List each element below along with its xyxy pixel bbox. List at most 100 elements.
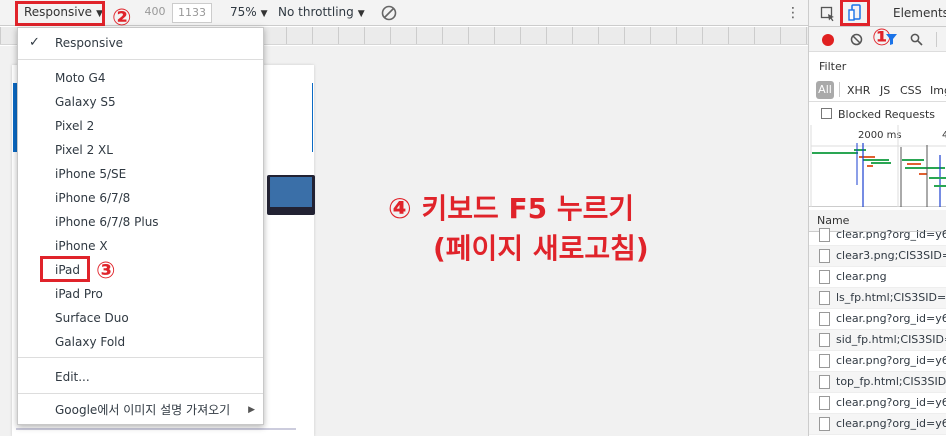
request-name: clear.png?org_id=y6j (836, 396, 946, 409)
network-controls: ① (809, 27, 946, 52)
tab-elements[interactable]: Elements (893, 6, 946, 20)
step-4-line-1: ④ 키보드 F5 누르기 (388, 192, 635, 225)
menu-item-label: Google에서 이미지 설명 가져오기 (55, 403, 231, 417)
menu-item-iphone-6-7-8-plus[interactable]: iPhone 6/7/8 Plus (18, 211, 263, 233)
request-name: clear.png?org_id=y6j (836, 417, 946, 430)
menu-item-label: iPhone 5/SE (55, 167, 127, 181)
filter-divider (839, 82, 840, 97)
caret-down-icon: ▼ (260, 9, 268, 19)
file-icon (819, 417, 830, 431)
request-name: clear.png?org_id=y6j (836, 354, 946, 367)
submenu-arrow-icon: ▶ (248, 405, 255, 415)
width-field[interactable]: 400 (135, 3, 175, 23)
menu-item-ipad-pro[interactable]: iPad Pro (18, 283, 263, 305)
menu-item-label: Galaxy Fold (55, 335, 126, 349)
filter-input[interactable]: Filter (819, 60, 846, 73)
menu-item-label: iPhone 6/7/8 (55, 191, 131, 205)
checkmark-icon: ✓ (29, 35, 40, 50)
file-icon (819, 270, 830, 284)
highlight-box-device-toggle (840, 0, 870, 26)
menu-item-galaxy-s5[interactable]: Galaxy S5 (18, 91, 263, 113)
menu-item-label: Pixel 2 (55, 119, 95, 133)
request-row[interactable]: clear.png?org_id=y6j (809, 225, 946, 246)
rotate-icon[interactable] (379, 3, 399, 23)
request-row[interactable]: top_fp.html;CIS3SID= (809, 372, 946, 393)
type-filter-all[interactable]: All (816, 81, 834, 99)
overview-timeline-graphic (810, 125, 946, 207)
menu-item-iphone-5-se[interactable]: iPhone 5/SE (18, 163, 263, 185)
request-name: clear3.png;CIS3SID=4 (836, 249, 946, 262)
menu-item-label: Pixel 2 XL (55, 143, 113, 157)
menu-item-iphone-6-7-8[interactable]: iPhone 6/7/8 (18, 187, 263, 209)
toolbar-divider (936, 32, 937, 47)
type-filter-css[interactable]: CSS (900, 84, 922, 97)
height-field[interactable]: 1133 (172, 3, 212, 23)
menu-item-pixel-2-xl[interactable]: Pixel 2 XL (18, 139, 263, 161)
menu-item-google-image-descriptions[interactable]: Google에서 이미지 설명 가져오기 ▶ (18, 399, 263, 421)
throttling-select[interactable]: No throttling ▼ (278, 5, 365, 19)
blocked-requests-checkbox[interactable] (821, 108, 832, 119)
clear-icon[interactable] (850, 33, 863, 46)
device-dropdown-menu: ✓ Responsive Moto G4 Galaxy S5 Pixel 2 Pixe… (17, 27, 264, 425)
menu-item-label: Galaxy S5 (55, 95, 116, 109)
request-name: ls_fp.html;CIS3SID=3 (836, 291, 946, 304)
menu-item-iphone-x[interactable]: iPhone X (18, 235, 263, 257)
menu-item-surface-duo[interactable]: Surface Duo (18, 307, 263, 329)
menu-item-label: iPhone X (55, 239, 108, 253)
search-icon[interactable] (910, 33, 923, 46)
step-4-instruction: ④ 키보드 F5 누르기 (페이지 새로고침) (388, 189, 649, 269)
record-icon[interactable] (822, 34, 834, 46)
type-filter-xhr[interactable]: XHR (847, 84, 870, 97)
request-name: clear.png?org_id=y6j (836, 228, 946, 241)
devtools-tab-bar: Elements (809, 0, 946, 27)
type-filter-img[interactable]: Img (930, 84, 946, 97)
request-name: top_fp.html;CIS3SID= (836, 375, 946, 388)
request-row[interactable]: ls_fp.html;CIS3SID=3 (809, 288, 946, 309)
caret-down-icon: ▼ (357, 9, 365, 19)
file-icon (819, 375, 830, 389)
menu-separator (18, 393, 263, 394)
menu-item-label: Surface Duo (55, 311, 129, 325)
request-row[interactable]: sid_fp.html;CIS3SID= (809, 330, 946, 351)
menu-item-responsive[interactable]: ✓ Responsive (18, 32, 263, 54)
request-row[interactable]: clear.png?org_id=y6j (809, 309, 946, 330)
request-row[interactable]: clear.png?org_id=y6j (809, 414, 946, 435)
highlight-box-ipad (40, 256, 90, 282)
step-4-line-2: (페이지 새로고침) (433, 232, 649, 265)
highlight-box-device-select (15, 1, 105, 26)
request-name: sid_fp.html;CIS3SID= (836, 333, 946, 346)
request-row[interactable]: clear.png (809, 267, 946, 288)
file-icon (819, 396, 830, 410)
throttling-label: No throttling (278, 5, 354, 19)
laptop-screen-image (270, 177, 312, 207)
request-name: clear.png (836, 270, 887, 283)
inspect-element-icon[interactable] (820, 6, 836, 22)
menu-item-galaxy-fold[interactable]: Galaxy Fold (18, 331, 263, 353)
network-overview: 2000 ms 4 (809, 125, 946, 207)
request-row[interactable]: clear.png?org_id=y6j (809, 393, 946, 414)
file-icon (819, 249, 830, 263)
menu-separator (18, 59, 263, 60)
menu-item-pixel-2[interactable]: Pixel 2 (18, 115, 263, 137)
zoom-label: 75% (230, 5, 257, 19)
more-options-icon[interactable]: ⋮ (786, 4, 800, 22)
request-name: clear.png?org_id=y6j (836, 312, 946, 325)
blocked-requests-label: Blocked Requests (838, 108, 936, 121)
file-icon (819, 312, 830, 326)
file-icon (819, 354, 830, 368)
type-filter-js[interactable]: JS (880, 84, 890, 97)
device-toolbar: Responsive ▼ ② 400 1133 75% ▼ No throttlin… (0, 0, 808, 30)
menu-item-label: iPhone 6/7/8 Plus (55, 215, 159, 229)
zoom-select[interactable]: 75% ▼ (230, 5, 268, 19)
request-row[interactable]: clear.png?org_id=y6j (809, 351, 946, 372)
step-3-marker: ③ (96, 258, 116, 284)
menu-item-label: iPad Pro (55, 287, 103, 301)
menu-item-moto-g4[interactable]: Moto G4 (18, 67, 263, 89)
menu-separator (18, 357, 263, 358)
request-row[interactable]: clear3.png;CIS3SID=4 (809, 246, 946, 267)
file-icon (819, 333, 830, 347)
menu-item-edit[interactable]: Edit... (18, 366, 263, 388)
resource-type-filters: All XHR JS CSS Img (809, 78, 946, 102)
menu-item-label: Moto G4 (55, 71, 106, 85)
filter-icon[interactable] (885, 33, 898, 46)
